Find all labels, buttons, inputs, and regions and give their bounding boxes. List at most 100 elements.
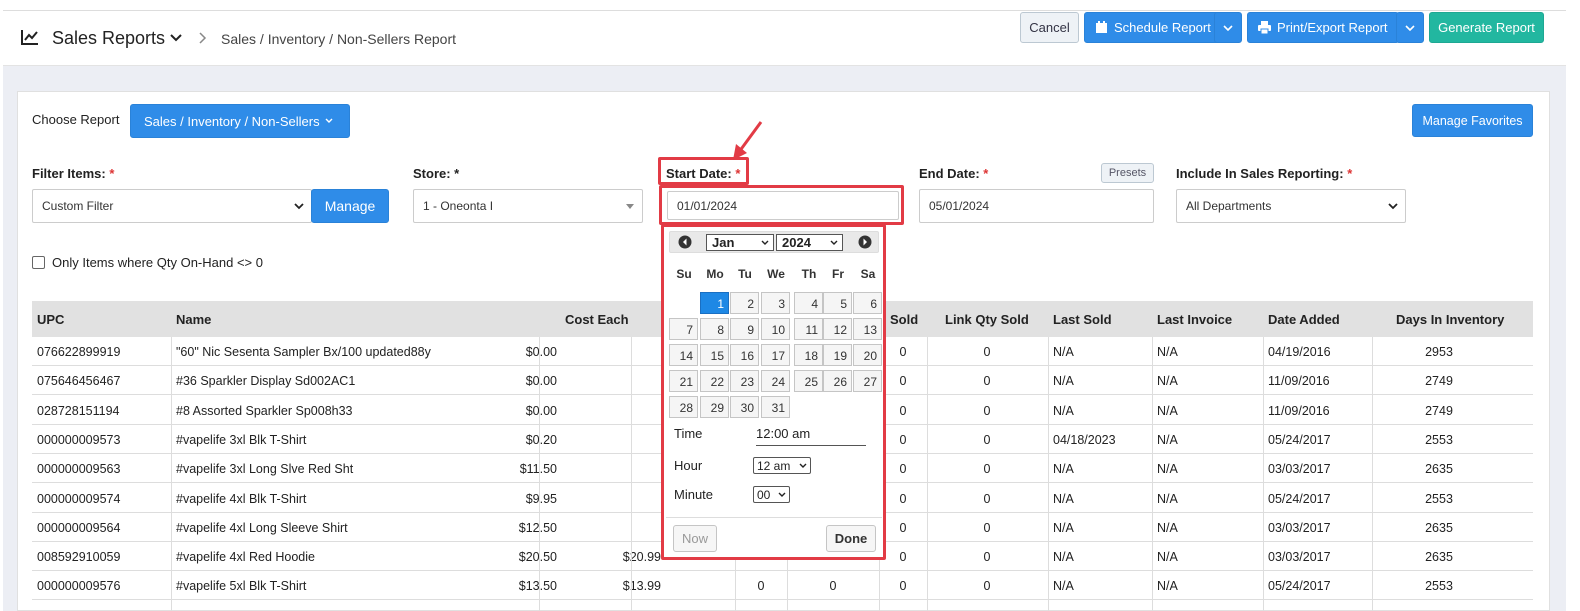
col-sold[interactable]: Sold (890, 312, 918, 327)
sold-cell: 0 (899, 520, 907, 535)
schedule-report-label: Schedule Report (1114, 20, 1211, 35)
col-last-sold[interactable]: Last Sold (1053, 312, 1112, 327)
sold-cell: 0 (899, 432, 907, 447)
print-export-dropdown[interactable] (1396, 12, 1424, 43)
start-date-input-highlight (659, 185, 904, 225)
last-sold-cell: N/A (1053, 579, 1074, 594)
filter-items-select[interactable]: Custom Filter (32, 189, 312, 223)
last-invoice-cell: N/A (1157, 491, 1178, 506)
sold-cell: 0 (899, 550, 907, 565)
required-mark: * (109, 166, 115, 181)
store-value: 1 - Oneonta I (423, 199, 494, 213)
name-cell: #vapelife 5xl Blk T-Shirt (176, 579, 307, 594)
col-last-invoice[interactable]: Last Invoice (1157, 312, 1232, 327)
col-link-qty-sold[interactable]: Link Qty Sold (945, 312, 1029, 327)
last-sold-cell: N/A (1053, 491, 1074, 506)
upc-cell: 075646456467 (37, 374, 121, 389)
cost-cell: $0.00 (525, 345, 557, 359)
name-cell: #vapelife 4xl Red Hoodie (176, 550, 315, 565)
breadcrumb: Sales / Inventory / Non-Sellers Report (221, 31, 456, 47)
date-added-cell: 03/03/2017 (1268, 462, 1331, 477)
link-qty-cell: 0 (983, 550, 991, 565)
days-cell: 2953 (1425, 345, 1453, 359)
last-sold-cell: N/A (1053, 550, 1074, 565)
table-row[interactable]: 000000009576 #vapelife 5xl Blk T-Shirt $13… (32, 571, 1533, 601)
last-invoice-cell: N/A (1157, 579, 1178, 594)
upc-cell: 000000009563 (37, 462, 121, 477)
name-cell: "60" Nic Sesenta Sampler Bx/100 updated8… (176, 345, 431, 359)
page-title: Sales Reports (52, 28, 166, 48)
datepicker-highlight (661, 224, 886, 560)
filter-items-label: Filter Items: * (32, 166, 115, 181)
schedule-report-dropdown[interactable] (1214, 12, 1242, 43)
name-cell: #vapelife 4xl Blk T-Shirt (176, 491, 307, 506)
link-qty-cell: 0 (983, 432, 991, 447)
chart-line-icon (21, 30, 38, 45)
days-cell: 2553 (1425, 432, 1453, 447)
choose-report-label: Choose Report (32, 112, 120, 127)
col-days-in-inventory[interactable]: Days In Inventory (1396, 312, 1504, 327)
cost-cell: $0.20 (525, 432, 557, 447)
column-divider (1263, 337, 1264, 611)
report-type-dropdown[interactable]: Sales / Inventory / Non-Sellers (130, 104, 350, 138)
last-sold-cell: N/A (1053, 403, 1074, 418)
upc-cell: 000000009564 (37, 520, 121, 535)
col-name[interactable]: Name (176, 312, 211, 327)
manage-filter-button[interactable]: Manage (311, 189, 389, 223)
manage-favorites-button[interactable]: Manage Favorites (1412, 104, 1533, 137)
date-added-cell: 05/24/2017 (1268, 432, 1331, 447)
days-cell: 2635 (1425, 520, 1453, 535)
required-mark: * (983, 166, 989, 181)
col-upc[interactable]: UPC (37, 312, 64, 327)
link-qty-cell: 0 (983, 579, 991, 594)
qty-onhand-checkbox[interactable] (32, 256, 45, 269)
upc-cell: 008592910059 (37, 550, 121, 565)
days-cell: 2749 (1425, 403, 1453, 418)
chevron-down-icon (1405, 24, 1415, 31)
store-select[interactable]: 1 - Oneonta I (413, 189, 643, 223)
date-added-cell: 03/03/2017 (1268, 520, 1331, 535)
name-cell: #vapelife 3xl Long Slve Red Sht (176, 462, 354, 477)
pointer-arrow-icon (733, 121, 763, 160)
link-qty-cell: 0 (983, 520, 991, 535)
date-added-cell: 04/19/2016 (1268, 345, 1331, 359)
sold-cell: 0 (899, 579, 907, 594)
column-divider (927, 337, 928, 611)
upc-cell: 000000009574 (37, 491, 121, 506)
qty-onhand-label: Only Items where Qty On-Hand <> 0 (52, 255, 263, 270)
last-sold-cell: 04/18/2023 (1053, 432, 1116, 447)
days-cell: 2553 (1425, 579, 1453, 594)
presets-button[interactable]: Presets (1101, 163, 1154, 183)
end-date-input[interactable]: 05/01/2024 (919, 189, 1154, 223)
name-cell: #vapelife 3xl Blk T-Shirt (176, 432, 307, 447)
include-sales-label: Include In Sales Reporting: * (1176, 166, 1353, 181)
filter-items-value: Custom Filter (42, 199, 114, 213)
col-date-added[interactable]: Date Added (1268, 312, 1340, 327)
name-cell: #8 Assorted Sparkler Sp008h33 (176, 403, 353, 418)
include-sales-select[interactable]: All Departments (1176, 189, 1406, 223)
last-invoice-cell: N/A (1157, 403, 1178, 418)
generate-report-button[interactable]: Generate Report (1429, 12, 1544, 43)
last-sold-cell: N/A (1053, 345, 1074, 359)
qty-cell: 0 (757, 579, 765, 594)
print-export-button[interactable]: Print/Export Report (1247, 12, 1399, 43)
chevron-down-icon[interactable] (169, 31, 183, 45)
last-sold-cell: N/A (1053, 374, 1074, 389)
report-type-label: Sales / Inventory / Non-Sellers (144, 113, 320, 129)
chevron-down-icon (1388, 203, 1398, 210)
last-invoice-cell: N/A (1157, 520, 1178, 535)
price-cell: $20.99 (622, 550, 661, 565)
column-divider (1152, 337, 1153, 611)
store-label: Store: * (413, 166, 460, 181)
last-invoice-cell: N/A (1157, 432, 1178, 447)
date-added-cell: 05/24/2017 (1268, 579, 1331, 594)
schedule-report-button[interactable]: Schedule Report (1084, 12, 1220, 43)
end-date-label: End Date: * (919, 166, 989, 181)
col-cost-each[interactable]: Cost Each (565, 312, 629, 327)
cancel-button[interactable]: Cancel (1020, 12, 1079, 43)
upc-cell: 000000009573 (37, 432, 121, 447)
last-invoice-cell: N/A (1157, 462, 1178, 477)
date-added-cell: 03/03/2017 (1268, 550, 1331, 565)
last-sold-cell: N/A (1053, 462, 1074, 477)
cost-cell: $9.95 (525, 491, 557, 506)
